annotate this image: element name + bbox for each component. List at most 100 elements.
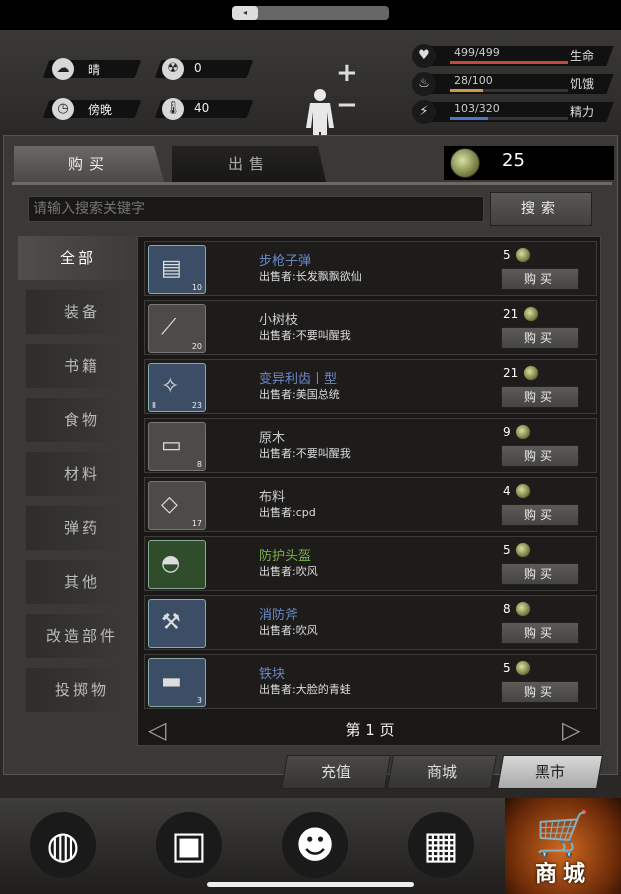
buy-button[interactable]: 购买 — [501, 445, 579, 467]
hunger-bar — [450, 89, 568, 92]
category-all[interactable]: 全部 — [18, 236, 138, 280]
tab-black-market[interactable]: 黑市 — [497, 755, 603, 789]
category-materials[interactable]: 材料 — [26, 452, 138, 496]
market-tabs: 充值 商城 黑市 — [276, 755, 606, 789]
list-item[interactable]: ◓ 防护头盔 出售者:吹风 5 购买 — [144, 536, 597, 591]
stat-energy: ⚡ 103/320 精力 — [412, 100, 614, 124]
hunger-value: 28/100 — [454, 74, 493, 87]
top-bar: ◂ — [0, 0, 621, 30]
radio-icon: ▦ — [408, 812, 474, 878]
thermometer-icon: 🌡 — [162, 98, 184, 120]
item-seller: 出售者:不要叫醒我 — [259, 329, 351, 342]
item-price: 8 — [503, 602, 511, 616]
list-item[interactable]: ▤ 10 步枪子弹 出售者:长发飘飘欲仙 5 购买 — [144, 241, 597, 296]
category-equipment[interactable]: 装备 — [26, 290, 138, 334]
category-throwables[interactable]: 投掷物 — [26, 668, 138, 712]
nav-skills[interactable]: ☻ — [252, 798, 376, 894]
item-name: 原木 — [259, 431, 286, 446]
item-icon: ◇ — [161, 492, 178, 517]
plus-icon[interactable]: + — [336, 58, 358, 88]
nav-radio[interactable]: ▦ — [378, 798, 502, 894]
item-thumbnail: ◇ 17 — [148, 481, 206, 530]
coin-icon — [515, 247, 531, 263]
nav-shop-label: 商城 — [534, 862, 591, 887]
item-thumbnail: ▭ 8 — [148, 422, 206, 471]
weather-value: 晴 — [88, 63, 101, 77]
buy-button[interactable]: 购买 — [501, 563, 579, 585]
game-screen: ◂ ☁ 晴 ☢ 0 ◷ 傍晚 🌡 40 + − ♥ 499/499 生命 ♨ 2… — [0, 0, 621, 894]
item-qty: 23 — [191, 401, 202, 410]
energy-value: 103/320 — [454, 102, 500, 115]
category-ammo[interactable]: 弹药 — [26, 506, 138, 550]
item-price: 21 — [503, 366, 519, 380]
tab-divider — [12, 182, 612, 185]
item-seller: 出售者:吹风 — [259, 565, 318, 578]
item-thumbnail: ⟋ 20 — [148, 304, 206, 353]
scroll-indicator[interactable]: ◂ — [232, 6, 389, 20]
tab-recharge[interactable]: 充值 — [281, 755, 391, 789]
coin-icon — [515, 601, 531, 617]
item-thumbnail: ⚒ — [148, 599, 206, 648]
health-bar — [450, 61, 568, 64]
category-other[interactable]: 其他 — [26, 560, 138, 604]
nav-inventory[interactable]: ▣ — [126, 798, 250, 894]
home-indicator[interactable] — [207, 882, 414, 887]
stat-health: ♥ 499/499 生命 — [412, 44, 614, 68]
bolt-icon: ⚡ — [412, 100, 436, 124]
search-input[interactable] — [28, 196, 484, 222]
list-item[interactable]: ▬ 3 铁块 出售者:大脸的青蛙 5 购买 — [144, 654, 597, 709]
coin-icon — [523, 306, 539, 322]
item-price: 5 — [503, 543, 511, 557]
list-item[interactable]: ✧ Ⅱ 23 变异利齿丨型 出售者:美国总统 21 购买 — [144, 359, 597, 414]
nav-shop[interactable]: 🛒 商城 — [505, 798, 621, 894]
category-food[interactable]: 食物 — [26, 398, 138, 442]
hunger-label: 饥饿 — [570, 77, 595, 91]
clock-icon: ◷ — [52, 98, 74, 120]
list-item[interactable]: ⚒ 消防斧 出售者:吹风 8 购买 — [144, 595, 597, 650]
item-qty: 17 — [191, 519, 202, 528]
minus-icon[interactable]: − — [336, 90, 358, 120]
scroll-thumb[interactable]: ◂ — [232, 6, 258, 20]
item-list: ▤ 10 步枪子弹 出售者:长发飘飘欲仙 5 购买 ⟋ 20 小树枝 出售者:不要叫醒我 21 购买 ✧… — [137, 236, 601, 746]
item-icon: ▤ — [161, 256, 182, 281]
item-price: 9 — [503, 425, 511, 439]
item-seller: 出售者:大脸的青蛙 — [259, 683, 351, 696]
list-item[interactable]: ◇ 17 布料 出售者:cpd 4 购买 — [144, 477, 597, 532]
coin-icon — [515, 660, 531, 676]
buy-button[interactable]: 购买 — [501, 681, 579, 703]
tab-mall[interactable]: 商城 — [387, 755, 497, 789]
coin-icon — [515, 483, 531, 499]
item-name: 变异利齿丨型 — [259, 372, 338, 387]
search-button[interactable]: 搜索 — [490, 192, 592, 226]
coin-icon — [515, 424, 531, 440]
next-page-icon[interactable]: ▷ — [562, 716, 580, 744]
radiation-value: 0 — [194, 61, 202, 75]
list-item[interactable]: ▭ 8 原木 出售者:不要叫醒我 9 购买 — [144, 418, 597, 473]
bottom-nav: ◍ ▣ ☻ ▦ 🛒 商城 — [0, 798, 621, 894]
status-panel: ☁ 晴 ☢ 0 ◷ 傍晚 🌡 40 + − ♥ 499/499 生命 ♨ 28/… — [0, 30, 621, 156]
tab-buy[interactable]: 购买 — [14, 146, 164, 182]
coin-icon — [523, 365, 539, 381]
time-value: 傍晚 — [88, 103, 113, 117]
buy-button[interactable]: 购买 — [501, 504, 579, 526]
buy-button[interactable]: 购买 — [501, 327, 579, 349]
coin-icon — [515, 542, 531, 558]
nav-map[interactable]: ◍ — [0, 798, 124, 894]
buy-button[interactable]: 购买 — [501, 386, 579, 408]
list-item[interactable]: ⟋ 20 小树枝 出售者:不要叫醒我 21 购买 — [144, 300, 597, 355]
buy-button[interactable]: 购买 — [501, 268, 579, 290]
pager: ◁ 第 1 页 ▷ — [138, 711, 602, 745]
item-seller: 出售者:不要叫醒我 — [259, 447, 351, 460]
health-value: 499/499 — [454, 46, 500, 59]
category-books[interactable]: 书籍 — [26, 344, 138, 388]
item-thumbnail: ▬ 3 — [148, 658, 206, 707]
item-seller: 出售者:吹风 — [259, 624, 318, 637]
tab-sell[interactable]: 出售 — [172, 146, 326, 182]
item-qty: 3 — [196, 696, 202, 705]
energy-bar — [450, 117, 568, 120]
category-mod-parts[interactable]: 改造部件 — [26, 614, 138, 658]
buy-button[interactable]: 购买 — [501, 622, 579, 644]
head-gears-icon: ☻ — [282, 812, 348, 878]
item-icon: ⟋ — [161, 315, 177, 340]
item-thumbnail: ✧ Ⅱ 23 — [148, 363, 206, 412]
